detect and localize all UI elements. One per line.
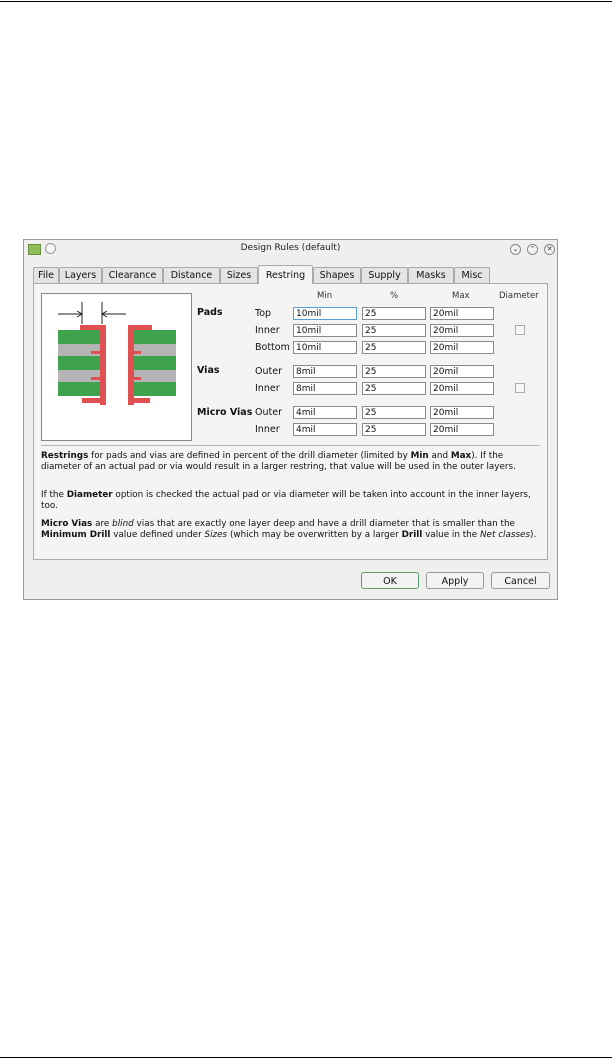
- cancel-button[interactable]: Cancel: [491, 572, 550, 589]
- micro-vias-outer-percent-input[interactable]: [362, 406, 426, 419]
- pads-top-percent-input[interactable]: [362, 307, 426, 320]
- right-layer-0: [130, 330, 176, 344]
- pads-inner-min-input[interactable]: [293, 324, 357, 337]
- page-bottom-rule: [0, 1057, 612, 1058]
- row-label-pads-inner: Inner: [255, 325, 280, 336]
- restring-preview-image: [41, 293, 192, 441]
- tab-misc[interactable]: Misc: [454, 267, 490, 283]
- left-barrel: [100, 325, 106, 405]
- tab-clearance[interactable]: Clearance: [102, 267, 163, 283]
- tab-file[interactable]: File: [33, 267, 59, 283]
- right-inner-restring-1: [130, 351, 141, 354]
- vias-inner-max-input[interactable]: [430, 382, 494, 395]
- section-vias: Vias: [197, 365, 220, 376]
- vias-inner-percent-input[interactable]: [362, 382, 426, 395]
- column-header-percent: %: [390, 291, 399, 301]
- vias-outer-percent-input[interactable]: [362, 365, 426, 378]
- tab-sizes[interactable]: Sizes: [220, 267, 258, 283]
- section-micro-vias: Micro Vias: [197, 407, 253, 418]
- micro-vias-inner-percent-input[interactable]: [362, 423, 426, 436]
- row-label-micro-inner: Inner: [255, 424, 280, 435]
- left-top-restring: [80, 325, 102, 330]
- section-pads: Pads: [197, 307, 223, 318]
- ok-button[interactable]: OK: [361, 572, 419, 589]
- vias-inner-min-input[interactable]: [293, 382, 357, 395]
- row-label-pads-bottom: Bottom: [255, 342, 290, 353]
- micro-vias-outer-max-input[interactable]: [430, 406, 494, 419]
- right-top-restring: [130, 325, 152, 330]
- left-layer-0: [58, 330, 102, 344]
- tab-supply[interactable]: Supply: [361, 267, 408, 283]
- minimize-icon[interactable]: ⌄: [510, 244, 521, 255]
- pads-inner-percent-input[interactable]: [362, 324, 426, 337]
- maximize-icon[interactable]: ⌃: [527, 244, 538, 255]
- column-header-diameter: Diameter: [499, 291, 539, 301]
- row-label-micro-outer: Outer: [255, 407, 282, 418]
- column-header-max: Max: [452, 291, 470, 301]
- left-layer-4: [58, 382, 102, 396]
- micro-vias-inner-max-input[interactable]: [430, 423, 494, 436]
- vias-outer-max-input[interactable]: [430, 365, 494, 378]
- title-bar[interactable]: Design Rules (default) ⌄ ⌃ ✕: [24, 240, 557, 259]
- right-layer-1: [130, 344, 176, 356]
- row-label-pads-top: Top: [255, 308, 272, 319]
- micro-vias-outer-min-input[interactable]: [293, 406, 357, 419]
- tab-layers[interactable]: Layers: [59, 267, 102, 283]
- right-layer-2: [130, 356, 176, 370]
- pads-top-max-input[interactable]: [430, 307, 494, 320]
- page-top-rule: [0, 1, 612, 2]
- left-inner-restring-1: [91, 351, 102, 354]
- row-label-vias-outer: Outer: [255, 366, 282, 377]
- window-title: Design Rules (default): [240, 243, 341, 253]
- pads-inner-max-input[interactable]: [430, 324, 494, 337]
- vias-outer-min-input[interactable]: [293, 365, 357, 378]
- right-bottom-restring: [130, 398, 150, 403]
- right-barrel: [128, 325, 134, 405]
- help-text-restrings: Restrings for pads and vias are defined …: [41, 451, 516, 472]
- column-header-min: Min: [317, 291, 333, 301]
- left-bottom-restring: [82, 398, 102, 403]
- tab-restring[interactable]: Restring: [258, 265, 313, 284]
- row-label-vias-inner: Inner: [255, 383, 280, 394]
- tab-distance[interactable]: Distance: [163, 267, 220, 283]
- left-layer-2: [58, 356, 102, 370]
- help-text-diameter: If the Diameter option is checked the ac…: [41, 490, 531, 511]
- apply-button[interactable]: Apply: [426, 572, 484, 589]
- design-rules-dialog: Design Rules (default) ⌄ ⌃ ✕ File Layers…: [23, 239, 558, 600]
- restring-diagram: [58, 302, 176, 405]
- right-inner-restring-2: [130, 377, 141, 380]
- left-inner-restring-2: [91, 377, 102, 380]
- pads-bottom-percent-input[interactable]: [362, 341, 426, 354]
- pads-bottom-max-input[interactable]: [430, 341, 494, 354]
- pads-diameter-checkbox[interactable]: [515, 325, 525, 335]
- right-layer-4: [130, 382, 176, 396]
- tab-masks[interactable]: Masks: [408, 267, 454, 283]
- close-icon[interactable]: ✕: [544, 244, 555, 255]
- pads-top-min-input[interactable]: [293, 307, 357, 320]
- right-layer-3: [130, 370, 176, 382]
- vias-diameter-checkbox[interactable]: [515, 383, 525, 393]
- help-text-micro-vias: Micro Vias are blind vias that are exact…: [41, 519, 537, 540]
- micro-vias-inner-min-input[interactable]: [293, 423, 357, 436]
- tab-shapes[interactable]: Shapes: [313, 267, 361, 283]
- pads-bottom-min-input[interactable]: [293, 341, 357, 354]
- left-layer-1: [58, 344, 102, 356]
- separator: [41, 445, 540, 446]
- left-layer-3: [58, 370, 102, 382]
